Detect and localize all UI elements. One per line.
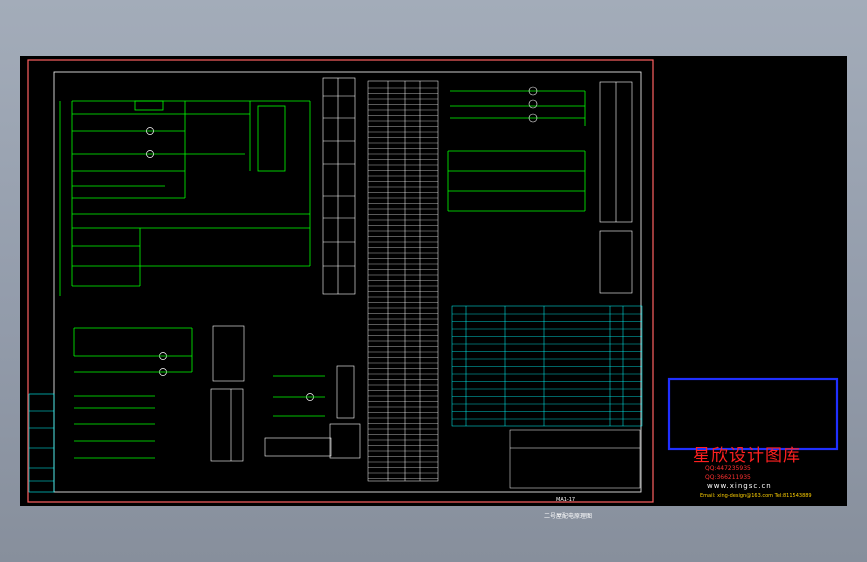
small-tables (210, 325, 361, 462)
device-list (322, 77, 356, 295)
outer-frame (27, 59, 654, 503)
watermark-title: 星欣设计图库 (693, 446, 801, 466)
lamps (146, 127, 314, 401)
watermark-qq-primary: QQ:447235935 (705, 465, 751, 472)
title-block (509, 429, 641, 489)
left-legend (28, 393, 55, 493)
terminal-strip (367, 80, 439, 482)
terminal-rows (368, 87, 438, 479)
watermark-website: www.xingsc.cn (707, 482, 772, 490)
watermark-box (667, 377, 839, 451)
inner-frame (53, 71, 642, 493)
drawing-sheet: 星欣设计图库 QQ:447235935 QQ:366211935 www.xin… (20, 56, 847, 520)
watermark-qq-secondary: QQ:366211935 (705, 474, 751, 481)
equipment-table-rows (452, 313, 642, 420)
drawing-title: 二号屋配电原理图 (544, 513, 593, 520)
equipment-table (451, 305, 643, 427)
control-circuit (59, 100, 311, 296)
power-elements (528, 81, 633, 294)
power-circuit (447, 90, 586, 212)
drawing-code: MA1-17 (556, 497, 576, 503)
schematic-canvas (27, 59, 839, 503)
watermark-email: Email: xing-design@163.com Tel:811543889 (700, 493, 812, 499)
lower-circuits (73, 327, 325, 459)
